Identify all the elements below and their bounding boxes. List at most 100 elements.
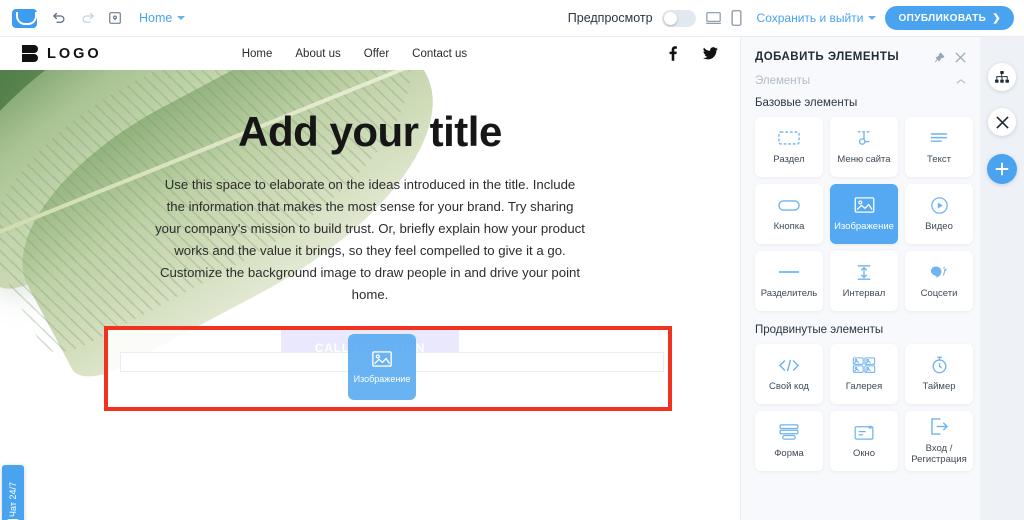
close-panel-button[interactable] <box>988 108 1016 136</box>
publish-arrow-icon: ❯ <box>992 12 1001 24</box>
chat-widget-tab[interactable]: Чат 24/7 <box>2 465 24 520</box>
code-icon <box>779 356 799 374</box>
element-tile-label: Разделитель <box>760 288 818 299</box>
close-icon[interactable] <box>955 51 966 63</box>
text-icon <box>930 129 948 147</box>
social-icon <box>930 263 949 281</box>
twitter-icon[interactable] <box>703 47 718 60</box>
website-canvas[interactable]: LOGO Home About us Offer Contact us Add … <box>0 37 740 520</box>
chat-widget-label: Чат 24/7 <box>8 481 18 517</box>
section-icon <box>778 129 800 147</box>
nav-item-about[interactable]: About us <box>295 48 340 60</box>
redo-icon[interactable] <box>73 4 101 32</box>
element-tile-image[interactable]: Изображение <box>830 184 898 244</box>
site-social-links <box>669 46 718 61</box>
nav-item-offer[interactable]: Offer <box>364 48 389 60</box>
toggle-knob <box>663 11 677 25</box>
hero-body-text[interactable]: Use this space to elaborate on the ideas… <box>155 174 585 306</box>
element-tile-label: Форма <box>774 448 804 459</box>
image-icon <box>854 196 875 214</box>
add-elements-panel: ДОБАВИТЬ ЭЛЕМЕНТЫ Элементы Базовые элеме… <box>740 37 980 520</box>
element-tile-form[interactable]: Форма <box>755 411 823 471</box>
undo-icon[interactable] <box>45 4 73 32</box>
element-tile-site-menu[interactable]: Меню сайта <box>830 117 898 177</box>
facebook-icon[interactable] <box>669 46 677 61</box>
nav-item-contact[interactable]: Contact us <box>412 48 467 60</box>
element-tile-popup[interactable]: Окно <box>830 411 898 471</box>
element-tile-label: Интервал <box>842 288 886 299</box>
save-and-exit-label: Сохранить и выйти <box>756 11 864 25</box>
panel-title: ДОБАВИТЬ ЭЛЕМЕНТЫ <box>755 51 900 63</box>
site-menu-icon <box>855 129 873 147</box>
element-tile-label: Свой код <box>769 381 809 392</box>
publish-label: ОПУБЛИКОВАТЬ <box>898 12 987 24</box>
drop-placeholder-bar <box>120 352 664 372</box>
gallery-icon <box>852 356 876 374</box>
logo-text: LOGO <box>47 45 102 62</box>
video-icon <box>930 196 948 214</box>
timer-icon <box>931 356 948 374</box>
element-tile-label: Видео <box>925 221 953 232</box>
element-tile-custom-code[interactable]: Свой код <box>755 344 823 404</box>
elements-section-row[interactable]: Элементы <box>741 71 980 93</box>
site-logo[interactable]: LOGO <box>22 44 102 63</box>
button-icon <box>778 196 800 214</box>
preview-toggle[interactable] <box>661 9 696 27</box>
divider-icon <box>778 263 800 281</box>
element-tile-button[interactable]: Кнопка <box>755 184 823 244</box>
topbar-right-group: Предпросмотр Сохранить и выйти ОПУБЛИКОВ… <box>568 6 1024 30</box>
hero-section[interactable]: Add your title Use this space to elabora… <box>0 70 740 520</box>
chevron-down-icon <box>177 16 186 20</box>
login-icon <box>930 418 949 436</box>
element-tile-divider[interactable]: Разделитель <box>755 251 823 311</box>
element-tile-label: Таймер <box>922 381 956 392</box>
mobile-icon[interactable] <box>731 10 742 26</box>
preview-label: Предпросмотр <box>567 11 653 25</box>
element-tile-label: Окно <box>852 448 876 459</box>
page-selector[interactable]: Home <box>139 11 186 25</box>
nav-item-home[interactable]: Home <box>242 48 273 60</box>
basic-elements-grid: Раздел Меню сайта Текст Кнопка Изображен… <box>741 117 980 311</box>
form-icon <box>779 423 799 441</box>
mail-logo-icon[interactable] <box>12 8 37 28</box>
element-tile-label: Соцсети <box>920 288 958 299</box>
element-tile-video[interactable]: Видео <box>905 184 973 244</box>
popup-icon <box>854 423 874 441</box>
element-tile-text[interactable]: Текст <box>905 117 973 177</box>
advanced-elements-group-label: Продвинутые элементы <box>755 324 884 336</box>
advanced-elements-grid: Свой код Галерея Таймер Форма Окно Вход … <box>741 344 980 471</box>
logo-mark-icon <box>22 44 38 63</box>
element-tile-social[interactable]: Соцсети <box>905 251 973 311</box>
element-tile-timer[interactable]: Таймер <box>905 344 973 404</box>
spacer-icon <box>856 263 872 281</box>
close-icon <box>995 115 1009 129</box>
element-tile-label: Раздел <box>773 154 805 165</box>
hero-title[interactable]: Add your title <box>0 108 740 156</box>
basic-elements-group-label: Базовые элементы <box>755 97 858 109</box>
element-tile-label: Вход / Регистрация <box>911 442 967 465</box>
panel-header-actions <box>934 51 966 63</box>
chevron-down-icon <box>868 16 877 20</box>
element-tile-label: Галерея <box>845 381 883 392</box>
element-tile-gallery[interactable]: Галерея <box>830 344 898 404</box>
topbar-left-group: Home <box>0 4 186 32</box>
sitemap-icon <box>995 70 1009 84</box>
desktop-icon[interactable] <box>705 10 722 26</box>
drop-target-highlight <box>104 326 672 411</box>
save-lock-icon[interactable] <box>101 4 129 32</box>
element-tile-section[interactable]: Раздел <box>755 117 823 177</box>
editor-topbar: Home Предпросмотр Сохранить и выйти ОПУБ… <box>0 0 1024 37</box>
sitemap-button[interactable] <box>988 63 1016 91</box>
element-tile-label: Меню сайта <box>837 154 891 165</box>
right-rail <box>980 37 1024 520</box>
page-selector-label: Home <box>139 11 173 25</box>
save-and-exit-button[interactable]: Сохранить и выйти <box>757 11 877 25</box>
add-element-button[interactable] <box>987 154 1017 184</box>
element-tile-login-register[interactable]: Вход / Регистрация <box>905 411 973 471</box>
element-tile-spacer[interactable]: Интервал <box>830 251 898 311</box>
pin-icon[interactable] <box>934 52 945 63</box>
chevron-up-icon[interactable] <box>956 78 966 85</box>
site-nav: Home About us Offer Contact us <box>242 48 467 60</box>
publish-button[interactable]: ОПУБЛИКОВАТЬ ❯ <box>885 6 1014 30</box>
panel-header: ДОБАВИТЬ ЭЛЕМЕНТЫ <box>741 37 980 71</box>
